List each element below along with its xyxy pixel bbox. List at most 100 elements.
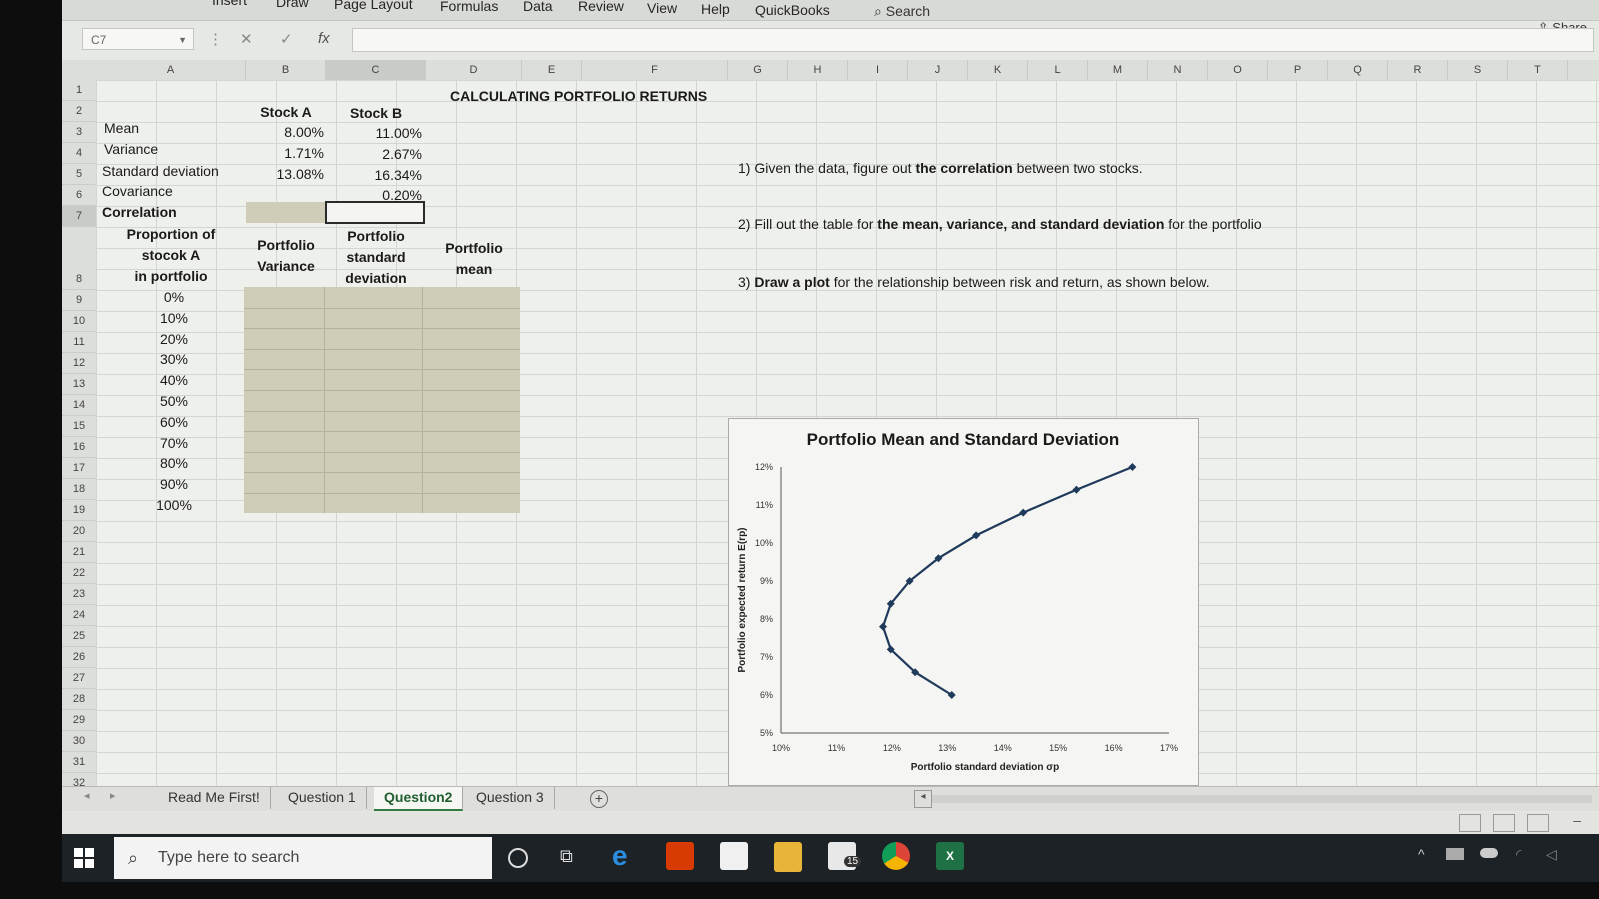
row-header-17[interactable]: 17: [62, 458, 96, 479]
column-header-s[interactable]: S: [1448, 60, 1508, 80]
column-header-j[interactable]: J: [908, 60, 968, 80]
row-header-16[interactable]: 16: [62, 437, 96, 458]
cell-proportion-4[interactable]: 40%: [102, 372, 246, 388]
task-view-icon[interactable]: ⧉: [560, 846, 573, 867]
column-header-g[interactable]: G: [728, 60, 788, 80]
confirm-entry-icon[interactable]: ✓: [280, 30, 293, 48]
formula-input[interactable]: [352, 28, 1594, 52]
column-header-p[interactable]: P: [1268, 60, 1328, 80]
cell-mean-a[interactable]: 8.00%: [246, 124, 324, 140]
row-header-5[interactable]: 5: [62, 164, 96, 185]
row-header-14[interactable]: 14: [62, 395, 96, 416]
column-header-h[interactable]: H: [788, 60, 848, 80]
column-header-f[interactable]: F: [582, 60, 728, 80]
cell-proportion-5[interactable]: 50%: [102, 393, 246, 409]
row-header-26[interactable]: 26: [62, 647, 96, 668]
cell-correlation-b[interactable]: [246, 202, 326, 223]
cell-proportion-3[interactable]: 30%: [102, 351, 246, 367]
selected-cell-c7[interactable]: [325, 201, 425, 224]
column-header-e[interactable]: E: [522, 60, 582, 80]
portfolio-entry-table[interactable]: [244, 287, 520, 513]
taskbar-search-input[interactable]: ⌕ Type here to search: [114, 837, 492, 879]
row-header-30[interactable]: 30: [62, 731, 96, 752]
network-icon[interactable]: [1446, 848, 1464, 860]
edge-browser-icon[interactable]: e: [612, 842, 640, 870]
tab-scroll-right-icon[interactable]: ▸: [110, 789, 116, 802]
row-header-8[interactable]: 8: [62, 227, 96, 290]
row-header-4[interactable]: 4: [62, 143, 96, 164]
onedrive-icon[interactable]: [1480, 848, 1498, 858]
cell-sd-b[interactable]: 16.34%: [326, 167, 422, 183]
row-header-7[interactable]: 7: [62, 206, 96, 227]
portfolio-chart[interactable]: Portfolio Mean and Standard Deviation 5% 6…: [728, 418, 1199, 786]
name-box[interactable]: C7 ▼: [82, 28, 194, 50]
row-header-28[interactable]: 28: [62, 689, 96, 710]
column-header-b[interactable]: B: [246, 60, 326, 80]
row-header-22[interactable]: 22: [62, 563, 96, 584]
row-header-1[interactable]: 1: [62, 80, 96, 101]
cell-proportion-2[interactable]: 20%: [102, 331, 246, 347]
cell-mean-b[interactable]: 11.00%: [326, 125, 422, 141]
chevron-up-icon[interactable]: ^: [1418, 846, 1425, 862]
office-icon[interactable]: [666, 842, 694, 870]
cell-variance-b[interactable]: 2.67%: [326, 146, 422, 162]
insert-function-icon[interactable]: fx: [318, 30, 330, 47]
column-header-r[interactable]: R: [1388, 60, 1448, 80]
row-header-11[interactable]: 11: [62, 332, 96, 353]
row-header-15[interactable]: 15: [62, 416, 96, 437]
tab-scroll-left-icon[interactable]: ◂: [84, 789, 90, 802]
column-header-m[interactable]: M: [1088, 60, 1148, 80]
row-header-27[interactable]: 27: [62, 668, 96, 689]
row-header-9[interactable]: 9: [62, 290, 96, 311]
row-header-3[interactable]: 3: [62, 122, 96, 143]
cell-proportion-8[interactable]: 80%: [102, 455, 246, 471]
row-header-21[interactable]: 21: [62, 542, 96, 563]
row-header-23[interactable]: 23: [62, 584, 96, 605]
ribbon-tab-data[interactable]: Data: [523, 0, 553, 14]
cancel-entry-icon[interactable]: ✕: [240, 30, 253, 48]
windows-start-icon[interactable]: [74, 848, 94, 868]
row-header-24[interactable]: 24: [62, 605, 96, 626]
row-header-31[interactable]: 31: [62, 752, 96, 773]
row-header-6[interactable]: 6: [62, 185, 96, 206]
row-header-29[interactable]: 29: [62, 710, 96, 731]
chrome-icon[interactable]: [882, 842, 910, 870]
cell-proportion-1[interactable]: 10%: [102, 310, 246, 326]
column-header-k[interactable]: K: [968, 60, 1028, 80]
page-break-view-icon[interactable]: [1527, 814, 1549, 832]
column-header-o[interactable]: O: [1208, 60, 1268, 80]
column-header-d[interactable]: D: [426, 60, 522, 80]
column-header-c[interactable]: C: [326, 60, 426, 80]
zoom-out-icon[interactable]: –: [1573, 812, 1581, 828]
ribbon-tab-page-layout[interactable]: Page Layout: [334, 0, 413, 12]
row-header-18[interactable]: 18: [62, 479, 96, 500]
cell-proportion-9[interactable]: 90%: [102, 476, 246, 492]
cell-variance-a[interactable]: 1.71%: [246, 145, 324, 161]
mail-icon[interactable]: 15: [828, 842, 862, 870]
excel-icon[interactable]: X: [936, 842, 964, 870]
ribbon-tab-formulas[interactable]: Formulas: [440, 0, 498, 14]
ribbon-tab-help[interactable]: Help: [701, 1, 730, 17]
tab-read-me-first[interactable]: Read Me First!: [158, 787, 271, 809]
tab-question2[interactable]: Question2: [374, 787, 464, 811]
ribbon-tab-view[interactable]: View: [647, 0, 677, 16]
ribbon-tab-quickbooks[interactable]: QuickBooks: [755, 2, 830, 18]
row-header-10[interactable]: 10: [62, 311, 96, 332]
file-explorer-icon[interactable]: [774, 842, 802, 872]
normal-view-icon[interactable]: [1459, 814, 1481, 832]
tab-question-1[interactable]: Question 1: [278, 787, 367, 809]
row-header-25[interactable]: 25: [62, 626, 96, 647]
ribbon-search[interactable]: ⌕ Search: [874, 3, 930, 20]
cell-proportion-10[interactable]: 100%: [102, 497, 246, 513]
wifi-icon[interactable]: ◜: [1516, 846, 1521, 863]
cell-proportion-6[interactable]: 60%: [102, 414, 246, 430]
column-header-l[interactable]: L: [1028, 60, 1088, 80]
ribbon-tab-review[interactable]: Review: [578, 0, 624, 14]
column-header-q[interactable]: Q: [1328, 60, 1388, 80]
column-header-a[interactable]: A: [96, 60, 246, 80]
cortana-icon[interactable]: [508, 848, 528, 868]
row-header-20[interactable]: 20: [62, 521, 96, 542]
cell-proportion-7[interactable]: 70%: [102, 435, 246, 451]
horizontal-scrollbar[interactable]: [932, 795, 1592, 803]
column-header-i[interactable]: I: [848, 60, 908, 80]
